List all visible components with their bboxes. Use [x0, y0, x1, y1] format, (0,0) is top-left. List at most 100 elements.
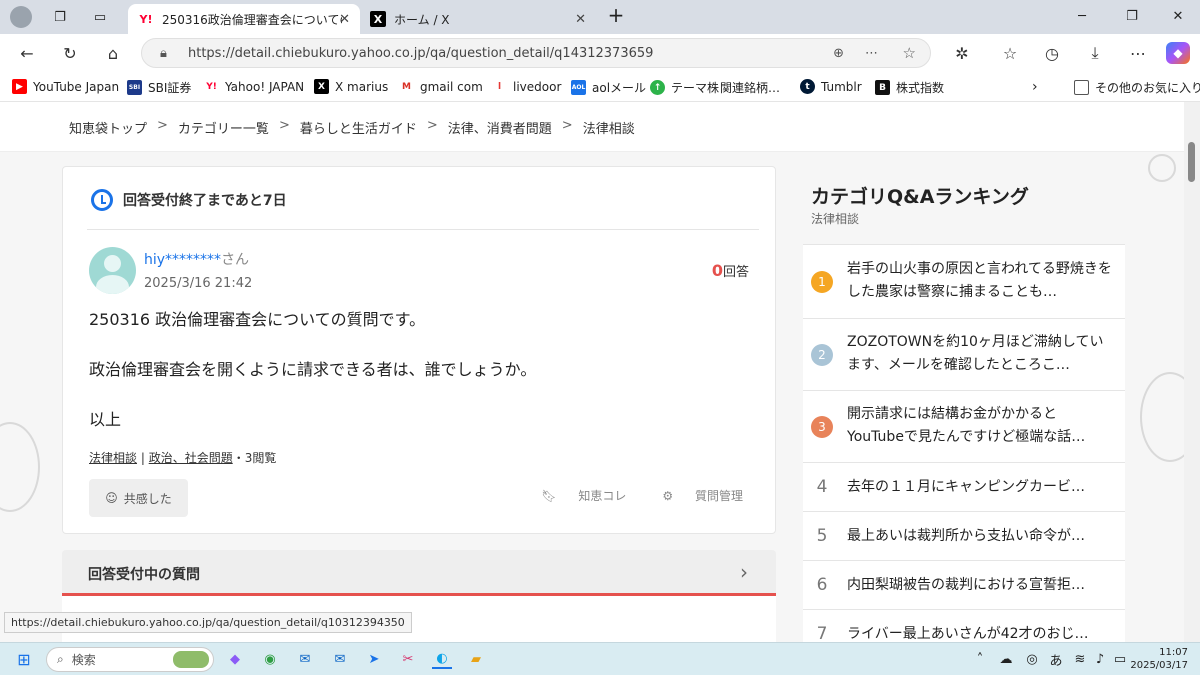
ranking-item[interactable]: 2 ZOZOTOWNを約10ヶ月ほど滞納しています、メールを確認したところこ… [803, 318, 1125, 390]
avatar[interactable] [89, 247, 136, 294]
ranking-text[interactable]: 岩手の山火事の原因と言われてる野焼きをした農家は警察に捕まることも… [847, 258, 1112, 304]
chiekore-button[interactable]: 🔖︎ 知恵コレ [523, 487, 626, 504]
minimize-icon[interactable]: ─ [1072, 6, 1092, 26]
taskbar-clock[interactable]: 11:07 2025/03/17 [1130, 646, 1188, 672]
tab-x-home[interactable]: X ホーム / X ✕ [360, 4, 596, 34]
tray-app-icon[interactable]: ◎ [1022, 649, 1042, 669]
close-tab-icon[interactable]: ✕ [575, 12, 586, 27]
clock-date: 2025/03/17 [1130, 660, 1188, 671]
bookmark-youtube[interactable]: ▶ YouTube Japan [12, 79, 119, 94]
ranking-item[interactable]: 4 去年の１１月にキャンピングカービ… [803, 462, 1125, 511]
bookmark-yahoo[interactable]: Y! Yahoo! JAPAN [204, 79, 304, 94]
mail-icon[interactable]: ✉ [330, 649, 350, 669]
ranking-item[interactable]: 5 最上あいは裁判所から支払い命令が… [803, 511, 1125, 560]
user-id[interactable]: hiy******** [144, 252, 221, 268]
history-icon[interactable]: ◷ [1040, 42, 1064, 64]
breadcrumb-item[interactable]: 法律、消費者問題 [448, 118, 552, 137]
file-explorer-icon[interactable]: ▰ [466, 649, 486, 669]
bookmark-x[interactable]: X X marius [314, 79, 388, 94]
copilot-taskbar-icon[interactable]: ◆ [225, 649, 245, 669]
breadcrumb-item[interactable]: 法律相談 [583, 118, 635, 137]
bookmark-theme-stocks[interactable]: ↑ テーマ株 [650, 79, 719, 96]
close-tab-icon[interactable]: ✕ [339, 12, 350, 27]
bookmark-tumblr[interactable]: t Tumblr [800, 79, 862, 94]
bookmark-gmail[interactable]: Mgmail com [399, 79, 483, 94]
x-icon: X [314, 79, 329, 94]
question-card: 回答受付終了まであと7日 hiy********さん 2025/3/16 21:… [62, 166, 776, 534]
chevron-right-icon[interactable]: › [1032, 79, 1038, 95]
profile-icon[interactable] [10, 6, 32, 28]
windows-start-icon[interactable]: ⊞ [14, 649, 34, 669]
lock-icon[interactable]: 🔒︎ [160, 46, 167, 61]
breadcrumb-item[interactable]: 知恵袋トップ [69, 118, 147, 137]
workspaces-icon[interactable]: ❐ [50, 7, 70, 27]
bookmark-other-favorites[interactable]: その他のお気に入り [1074, 79, 1200, 96]
ranking-subtitle: 法律相談 [811, 212, 860, 226]
onedrive-icon[interactable]: ☁ [996, 649, 1016, 669]
question-manage-button[interactable]: ⚙ 質問管理 [644, 487, 743, 504]
widgets-icon[interactable]: ◉ [260, 649, 280, 669]
new-tab-icon[interactable]: + [606, 3, 626, 27]
sbi-icon: SBI [127, 80, 142, 95]
mascot-decoration-icon [0, 422, 40, 512]
scrollbar[interactable] [1184, 102, 1200, 642]
zoom-icon[interactable]: ⊕ [833, 46, 844, 61]
snipping-tool-icon[interactable]: ✂ [398, 649, 418, 669]
tray-chevron-icon[interactable]: ˄ [970, 649, 990, 669]
outlook-icon[interactable]: ✉ [295, 649, 315, 669]
favorite-star-icon[interactable]: ☆ [903, 44, 916, 62]
taskbar-search[interactable]: ⌕ 検索 [46, 647, 214, 672]
wifi-icon[interactable]: ≋ [1070, 649, 1090, 669]
edge-browser-icon[interactable]: ◐ [432, 649, 452, 669]
app-icon[interactable]: ➤ [364, 649, 384, 669]
ranking-item[interactable]: 7 ライバー最上あいさんが42才のおじ… [803, 609, 1125, 642]
youtube-icon: ▶ [12, 79, 27, 94]
scrollbar-thumb[interactable] [1188, 142, 1195, 182]
address-bar[interactable]: 🔒︎ https://detail.chiebukuro.yahoo.co.jp… [141, 38, 931, 68]
bookmark-indices[interactable]: B 株式指数 [875, 79, 944, 96]
extensions-icon[interactable]: ✲ [950, 42, 974, 64]
indices-icon: B [875, 80, 890, 95]
tag-link[interactable]: 法律相談 [89, 451, 137, 465]
ranking-item[interactable]: 6 内田梨瑚被告の裁判における宣誓拒… [803, 560, 1125, 609]
refresh-icon[interactable]: ↻ [58, 42, 82, 64]
bookmark-related[interactable]: 関連銘柄… [720, 79, 780, 96]
question-body: 250316 政治倫理審査会についての質問です。 政治倫理審査会を開くように請求… [89, 307, 536, 457]
copilot-icon[interactable]: ◆ [1166, 42, 1190, 64]
downloads-icon[interactable]: ⤓ [1083, 42, 1107, 64]
volume-icon[interactable]: ♪ [1090, 649, 1110, 669]
breadcrumb-item[interactable]: カテゴリー一覧 [178, 118, 269, 137]
ranking-text[interactable]: 内田梨瑚被告の裁判における宣誓拒… [847, 574, 1112, 597]
home-icon[interactable]: ⌂ [101, 42, 125, 64]
bookmark-livedoor[interactable]: l livedoor [492, 79, 561, 94]
bookmark-aol[interactable]: AOL aolメール [571, 79, 646, 96]
ranking-text[interactable]: 最上あいは裁判所から支払い命令が… [847, 525, 1112, 548]
ranking-text[interactable]: 去年の１１月にキャンピングカービ… [847, 476, 1112, 499]
breadcrumb-item[interactable]: 暮らしと生活ガイド [300, 118, 417, 137]
x-favicon-icon: X [370, 11, 386, 27]
ranking-text[interactable]: 開示請求には結構お金がかかるとYouTubeで見たんですけど極端な話… [847, 403, 1112, 449]
read-aloud-icon[interactable]: ⋯ [865, 46, 878, 61]
restore-icon[interactable]: ❐ [1122, 6, 1142, 26]
help-icon[interactable] [1148, 154, 1176, 182]
battery-icon[interactable]: ▭ [1110, 649, 1130, 669]
empathize-button[interactable]: ☺ 共感した [89, 479, 188, 517]
close-window-icon[interactable]: ✕ [1168, 6, 1188, 26]
tag-link[interactable]: 政治、社会問題 [149, 451, 233, 465]
user-name[interactable]: hiy********さん [144, 249, 249, 269]
question-line: 政治倫理審査会を開くように請求できる者は、誰でしょうか。 [89, 360, 537, 379]
tab-actions-icon[interactable]: ▭ [90, 7, 110, 27]
ranking-text[interactable]: ZOZOTOWNを約10ヶ月ほど滞納しています、メールを確認したところこ… [847, 331, 1112, 377]
ranking-item[interactable]: 1 岩手の山火事の原因と言われてる野焼きをした農家は警察に捕まることも… [803, 244, 1125, 318]
back-icon[interactable]: ← [15, 42, 39, 64]
ranking-item[interactable]: 3 開示請求には結構お金がかかるとYouTubeで見たんですけど極端な話… [803, 390, 1125, 462]
more-menu-icon[interactable]: ⋯ [1126, 42, 1150, 64]
gear-icon: ⚙ [662, 489, 677, 503]
ranking-text[interactable]: ライバー最上あいさんが42才のおじ… [847, 623, 1112, 642]
bookmark-sbi[interactable]: SBI SBI証券 [127, 79, 191, 96]
favorites-icon[interactable]: ☆ [998, 42, 1022, 64]
receiving-questions-header[interactable]: 回答受付中の質問 › [62, 550, 776, 596]
ime-indicator[interactable]: あ [1046, 649, 1066, 669]
tab-question[interactable]: Y! 250316政治倫理審査会についての質… ✕ [128, 4, 360, 34]
address-url[interactable]: https://detail.chiebukuro.yahoo.co.jp/qa… [188, 46, 653, 61]
